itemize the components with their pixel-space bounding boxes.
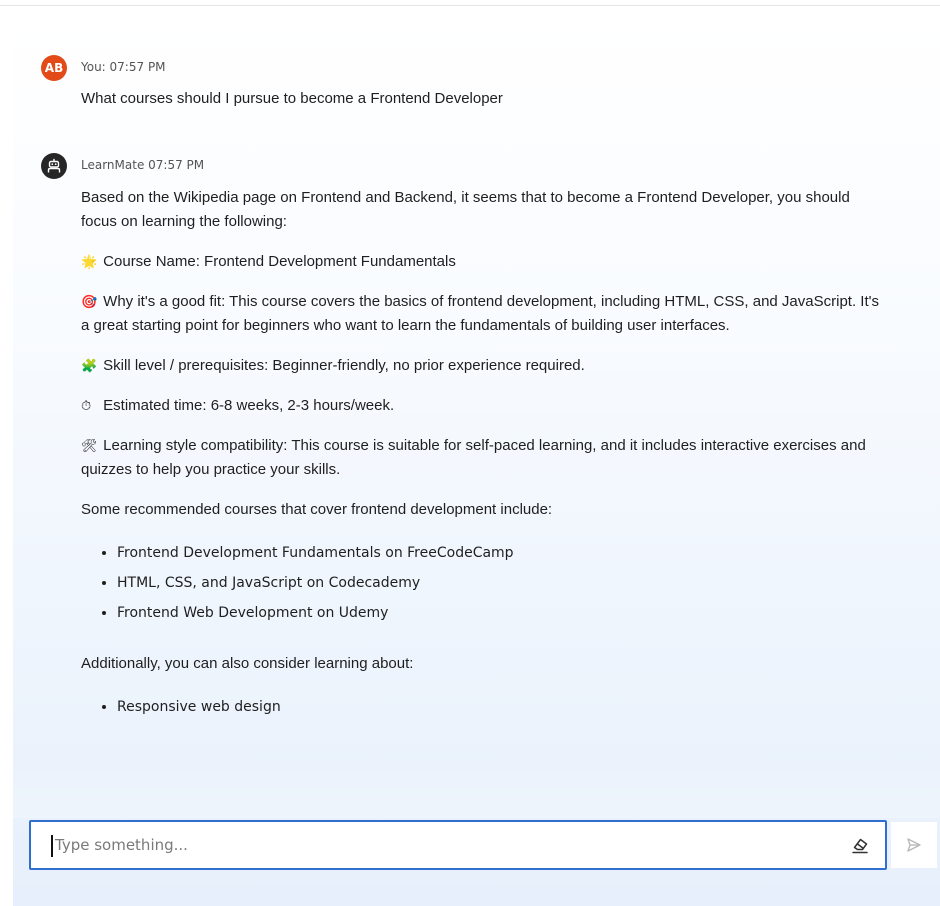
estimated-time-text: Estimated time: 6-8 weeks, 2-3 hours/wee… [103, 397, 395, 414]
send-button[interactable] [891, 822, 937, 868]
bot-message-meta: LearnMate 07:57 PM [81, 158, 205, 172]
why-fit-line: 🎯 Why it's a good fit: This course cover… [81, 290, 881, 338]
star-icon: 🌟 [81, 254, 98, 269]
text-caret [51, 835, 53, 857]
why-fit-text: Why it's a good fit: This course covers … [81, 293, 879, 334]
chat-input-box[interactable] [29, 820, 887, 870]
list-item: Frontend Web Development on Udemy [117, 598, 881, 628]
additional-list: Responsive web design [81, 692, 881, 722]
eraser-icon [852, 838, 868, 854]
chat-panel: AB You: 07:57 PM What courses should I p… [13, 18, 940, 906]
bot-intro: Based on the Wikipedia page on Frontend … [81, 189, 850, 230]
course-name-text: Course Name: Frontend Development Fundam… [103, 253, 456, 270]
tools-icon: 🛠 [81, 438, 98, 453]
robot-icon [47, 158, 61, 173]
user-message-text: What courses should I pursue to become a… [81, 90, 503, 107]
estimated-time-line: ⏱ Estimated time: 6-8 weeks, 2-3 hours/w… [81, 394, 881, 418]
send-icon [907, 838, 921, 852]
recommended-intro: Some recommended courses that cover fron… [81, 501, 553, 518]
user-avatar-initials: AB [44, 61, 64, 75]
bot-avatar [41, 153, 67, 179]
skill-level-text: Skill level / prerequisites: Beginner-fr… [103, 357, 585, 374]
chat-page: AB You: 07:57 PM What courses should I p… [0, 0, 940, 906]
list-item: Frontend Development Fundamentals on Fre… [117, 538, 881, 568]
top-divider [0, 5, 940, 6]
recommended-list: Frontend Development Fundamentals on Fre… [81, 538, 881, 628]
scroll-fade [13, 758, 940, 818]
course-name-line: 🌟 Course Name: Frontend Development Fund… [81, 250, 881, 274]
puzzle-icon: 🧩 [81, 358, 98, 373]
clear-input-button[interactable] [849, 834, 871, 856]
user-avatar: AB [41, 55, 67, 81]
chat-input[interactable] [55, 832, 815, 858]
additional-intro: Additionally, you can also consider lear… [81, 655, 414, 672]
user-message-meta: You: 07:57 PM [81, 60, 166, 74]
message-list[interactable]: AB You: 07:57 PM What courses should I p… [13, 18, 940, 818]
list-item: Responsive web design [117, 692, 881, 722]
skill-level-line: 🧩 Skill level / prerequisites: Beginner-… [81, 354, 881, 378]
learning-style-text: Learning style compatibility: This cours… [81, 437, 866, 478]
learning-style-line: 🛠 Learning style compatibility: This cou… [81, 434, 881, 482]
stopwatch-icon: ⏱ [81, 398, 92, 413]
list-item: HTML, CSS, and JavaScript on Codecademy [117, 568, 881, 598]
target-icon: 🎯 [81, 294, 98, 309]
bot-message-body: Based on the Wikipedia page on Frontend … [81, 186, 881, 746]
